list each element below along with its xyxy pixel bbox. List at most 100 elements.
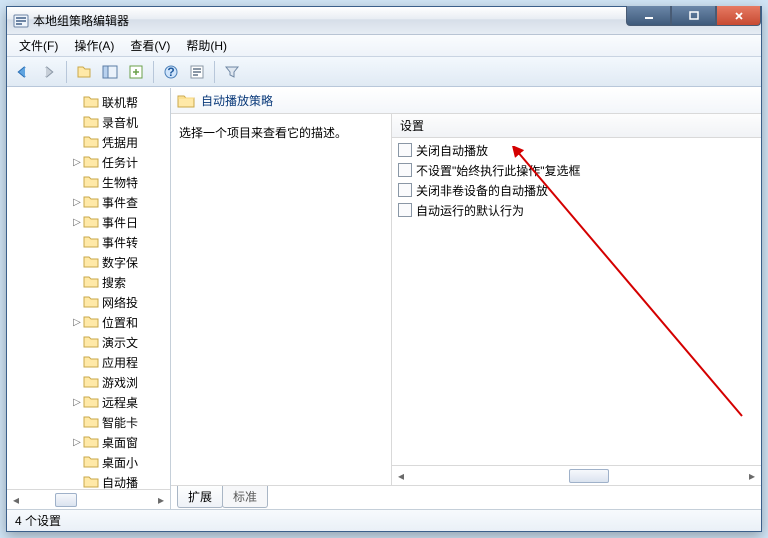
tree-item[interactable]: 应用程 — [7, 352, 170, 372]
back-button[interactable] — [11, 60, 35, 84]
tab-extended[interactable]: 扩展 — [177, 486, 223, 508]
show-hide-tree-button[interactable] — [98, 60, 122, 84]
list-row[interactable]: 关闭自动播放 — [392, 140, 761, 160]
tree-item[interactable]: 桌面小 — [7, 452, 170, 472]
column-header[interactable]: 设置 — [392, 114, 761, 138]
setting-icon — [398, 163, 412, 177]
properties-button[interactable] — [185, 60, 209, 84]
folder-icon — [83, 335, 99, 349]
folder-icon — [83, 375, 99, 389]
menu-help[interactable]: 帮助(H) — [178, 35, 235, 56]
tree-item[interactable]: ▷ 远程桌 — [7, 392, 170, 412]
tree-item[interactable]: 联机帮 — [7, 92, 170, 112]
tree-item-label: 搜索 — [102, 274, 126, 291]
help-button[interactable]: ? — [159, 60, 183, 84]
folder-icon — [83, 475, 99, 489]
folder-icon — [177, 93, 195, 109]
tree-item-label: 录音机 — [102, 114, 138, 131]
toolbar: ? — [7, 57, 761, 87]
tree-item[interactable]: ▷ 位置和 — [7, 312, 170, 332]
scroll-thumb[interactable] — [569, 469, 609, 483]
expand-icon[interactable]: ▷ — [71, 317, 83, 328]
list-rows: 关闭自动播放不设置"始终执行此操作"复选框关闭非卷设备的自动播放自动运行的默认行… — [392, 138, 761, 465]
detail-title: 自动播放策略 — [201, 92, 273, 109]
tree-item[interactable]: 凭据用 — [7, 132, 170, 152]
folder-icon — [83, 135, 99, 149]
minimize-button[interactable] — [626, 6, 671, 26]
tree-item-label: 任务计 — [102, 154, 138, 171]
tree-item[interactable]: ▷ 事件查 — [7, 192, 170, 212]
folder-icon — [83, 195, 99, 209]
tree-item[interactable]: 生物特 — [7, 172, 170, 192]
tree-item[interactable]: ▷ 任务计 — [7, 152, 170, 172]
folder-icon — [83, 395, 99, 409]
expand-icon[interactable]: ▷ — [71, 217, 83, 228]
folder-icon — [83, 255, 99, 269]
tree-item[interactable]: 录音机 — [7, 112, 170, 132]
tree-item-label: 生物特 — [102, 174, 138, 191]
folder-icon — [83, 355, 99, 369]
scroll-left-icon[interactable]: ◂ — [7, 491, 25, 509]
tree-item-label: 事件查 — [102, 194, 138, 211]
tree-item[interactable]: 自动播 — [7, 472, 170, 489]
tree-item-label: 远程桌 — [102, 394, 138, 411]
menu-file[interactable]: 文件(F) — [11, 35, 66, 56]
tree-item-label: 位置和 — [102, 314, 138, 331]
expand-icon[interactable]: ▷ — [71, 437, 83, 448]
app-icon — [13, 13, 29, 29]
tree-item[interactable]: 智能卡 — [7, 412, 170, 432]
tree-item[interactable]: ▷ 桌面窗 — [7, 432, 170, 452]
column-header-label: 设置 — [400, 117, 424, 134]
expand-icon[interactable]: ▷ — [71, 397, 83, 408]
export-button[interactable] — [124, 60, 148, 84]
expand-icon[interactable]: ▷ — [71, 197, 83, 208]
list-row[interactable]: 关闭非卷设备的自动播放 — [392, 180, 761, 200]
tree-item[interactable]: 事件转 — [7, 232, 170, 252]
folder-icon — [83, 455, 99, 469]
folder-icon — [83, 115, 99, 129]
folder-icon — [83, 435, 99, 449]
detail-pane: 自动播放策略 选择一个项目来查看它的描述。 设置 关闭自动播放不设置"始终执 — [171, 88, 761, 509]
tree-item-label: 桌面窗 — [102, 434, 138, 451]
scroll-left-icon[interactable]: ◂ — [392, 469, 410, 483]
tab-standard[interactable]: 标准 — [222, 486, 268, 508]
tree-item-label: 凭据用 — [102, 134, 138, 151]
up-button[interactable] — [72, 60, 96, 84]
list-row[interactable]: 不设置"始终执行此操作"复选框 — [392, 160, 761, 180]
settings-list: 设置 关闭自动播放不设置"始终执行此操作"复选框关闭非卷设备的自动播放自动运行的… — [391, 114, 761, 485]
expand-icon[interactable]: ▷ — [71, 157, 83, 168]
setting-icon — [398, 143, 412, 157]
tree-item[interactable]: 演示文 — [7, 332, 170, 352]
description-text: 选择一个项目来查看它的描述。 — [179, 126, 347, 140]
tree-item[interactable]: 游戏浏 — [7, 372, 170, 392]
tree-item-label: 应用程 — [102, 354, 138, 371]
tree-item[interactable]: 网络投 — [7, 292, 170, 312]
menu-view[interactable]: 查看(V) — [122, 35, 178, 56]
tree-item-label: 智能卡 — [102, 414, 138, 431]
tree-horizontal-scrollbar[interactable]: ◂ ▸ — [7, 489, 170, 509]
tree-item[interactable]: 搜索 — [7, 272, 170, 292]
forward-button[interactable] — [37, 60, 61, 84]
scroll-thumb[interactable] — [55, 493, 77, 507]
list-row-label: 关闭非卷设备的自动播放 — [416, 182, 548, 199]
close-button[interactable] — [716, 6, 761, 26]
titlebar[interactable]: 本地组策略编辑器 — [7, 7, 761, 35]
folder-icon — [83, 295, 99, 309]
status-text: 4 个设置 — [15, 512, 61, 529]
setting-icon — [398, 183, 412, 197]
menu-action[interactable]: 操作(A) — [66, 35, 122, 56]
tree-item-label: 桌面小 — [102, 454, 138, 471]
tree-item-label: 自动播 — [102, 474, 138, 490]
maximize-button[interactable] — [671, 6, 716, 26]
tree-item[interactable]: 数字保 — [7, 252, 170, 272]
tree-scroll[interactable]: 联机帮录音机凭据用 ▷ 任务计生物特 ▷ 事件查▷事件日事件转数字保搜索网络投 ▷ 位置和演… — [7, 88, 170, 489]
tree-item-label: 网络投 — [102, 294, 138, 311]
menubar: 文件(F) 操作(A) 查看(V) 帮助(H) — [7, 35, 761, 57]
scroll-right-icon[interactable]: ▸ — [743, 469, 761, 483]
detail-horizontal-scrollbar[interactable]: ◂ ▸ — [392, 465, 761, 485]
list-row[interactable]: 自动运行的默认行为 — [392, 200, 761, 220]
tree-item[interactable]: ▷事件日 — [7, 212, 170, 232]
filter-button[interactable] — [220, 60, 244, 84]
scroll-right-icon[interactable]: ▸ — [152, 491, 170, 509]
tree-pane: 联机帮录音机凭据用 ▷ 任务计生物特 ▷ 事件查▷事件日事件转数字保搜索网络投 ▷ 位置和演… — [7, 88, 171, 509]
